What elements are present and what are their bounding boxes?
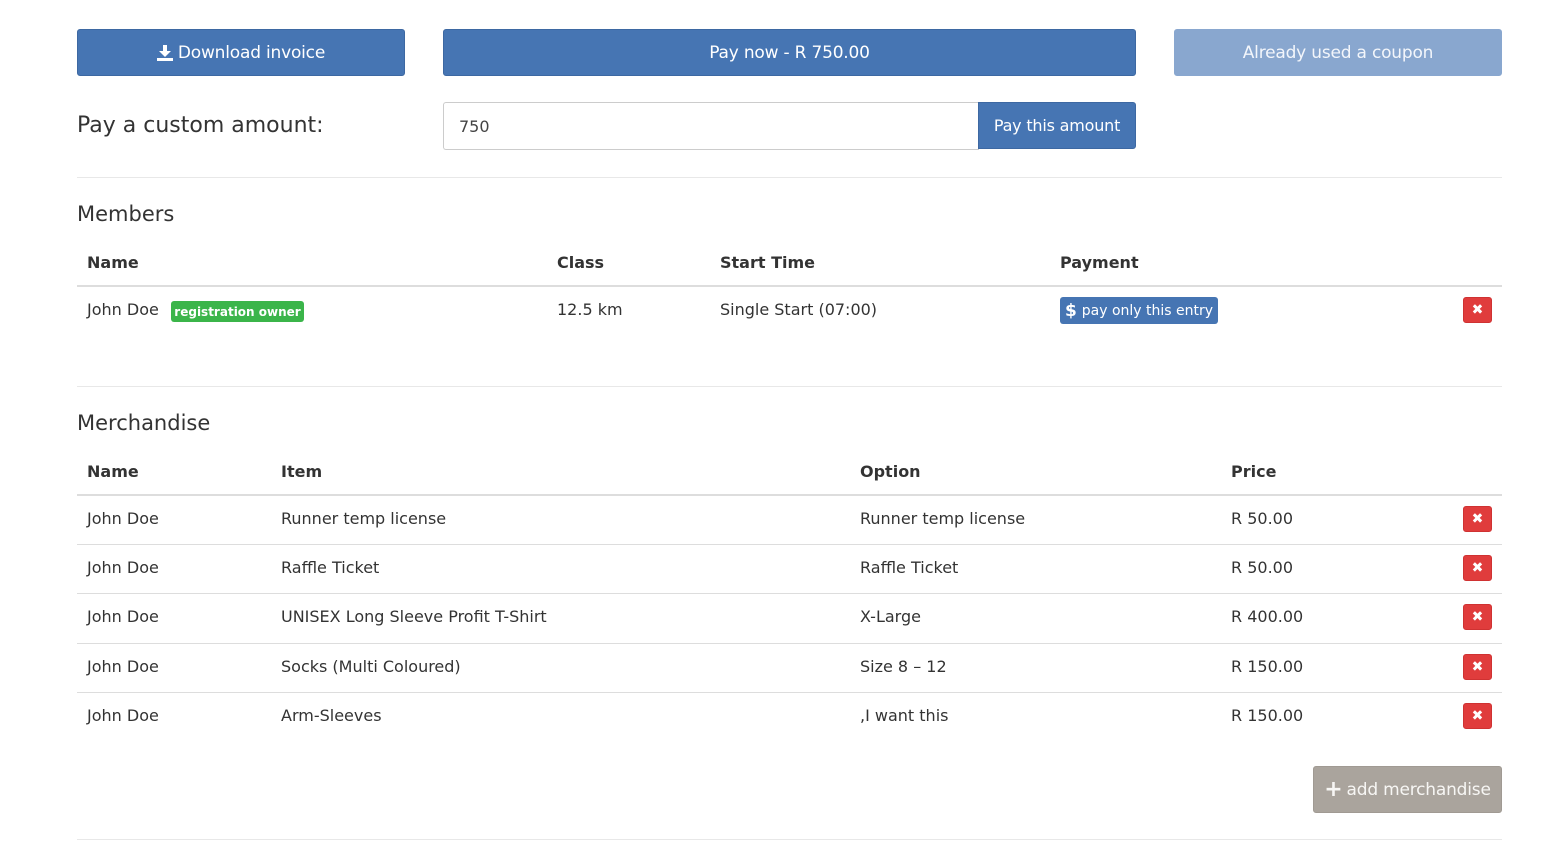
merch-header-name: Name xyxy=(87,462,139,481)
times-icon: ✖ xyxy=(1471,302,1484,318)
merch-name: John Doe xyxy=(87,509,159,528)
merch-name: John Doe xyxy=(87,558,159,577)
times-icon: ✖ xyxy=(1471,511,1484,527)
remove-merch-button[interactable]: ✖ xyxy=(1463,703,1492,729)
dollar-icon: $ xyxy=(1064,300,1077,321)
members-title: Members xyxy=(77,202,175,226)
download-invoice-label: Download invoice xyxy=(177,42,326,63)
members-header-payment: Payment xyxy=(1060,253,1139,272)
merch-option: Raffle Ticket xyxy=(860,558,959,577)
members-header-name: Name xyxy=(87,253,139,272)
remove-merch-button[interactable]: ✖ xyxy=(1463,506,1492,532)
custom-amount-label: Pay a custom amount: xyxy=(77,113,324,138)
registration-payment-page: Download invoice Pay now - R 750.00 Alre… xyxy=(0,0,1565,844)
members-header-start-time: Start Time xyxy=(720,253,815,272)
add-merchandise-button[interactable]: + add merchandise xyxy=(1313,766,1502,813)
merch-header-rule xyxy=(77,494,1502,496)
merch-header-option: Option xyxy=(860,462,921,481)
merch-option: Size 8 – 12 xyxy=(860,657,947,676)
merch-header-item: Item xyxy=(281,462,323,481)
remove-merch-button[interactable]: ✖ xyxy=(1463,555,1492,581)
pay-only-this-entry-label: pay only this entry xyxy=(1081,302,1214,319)
section-divider xyxy=(77,177,1502,178)
times-icon: ✖ xyxy=(1471,659,1484,675)
row-rule xyxy=(77,544,1502,545)
merch-item: UNISEX Long Sleeve Profit T-Shirt xyxy=(281,607,547,626)
add-merchandise-label: add merchandise xyxy=(1346,779,1491,800)
download-invoice-button[interactable]: Download invoice xyxy=(77,29,405,76)
merch-option: Runner temp license xyxy=(860,509,1026,528)
times-icon: ✖ xyxy=(1471,560,1484,576)
merch-option: X-Large xyxy=(860,607,921,626)
merch-price: R 150.00 xyxy=(1231,706,1304,725)
merch-price: R 400.00 xyxy=(1231,607,1304,626)
row-rule xyxy=(77,692,1502,693)
member-name: John Doe xyxy=(87,300,159,319)
section-divider xyxy=(77,839,1502,840)
times-icon: ✖ xyxy=(1471,609,1484,625)
pay-now-button[interactable]: Pay now - R 750.00 xyxy=(443,29,1136,76)
merch-item: Runner temp license xyxy=(281,509,447,528)
section-divider xyxy=(77,386,1502,387)
remove-member-button[interactable]: ✖ xyxy=(1463,297,1492,323)
registration-owner-badge: registration owner xyxy=(171,301,304,322)
remove-merch-button[interactable]: ✖ xyxy=(1463,654,1492,680)
pay-this-amount-label: Pay this amount xyxy=(993,116,1121,135)
remove-merch-button[interactable]: ✖ xyxy=(1463,604,1492,630)
merch-name: John Doe xyxy=(87,607,159,626)
member-class: 12.5 km xyxy=(557,300,623,319)
member-start-time: Single Start (07:00) xyxy=(720,300,878,319)
merch-item: Arm-Sleeves xyxy=(281,706,382,725)
merchandise-title: Merchandise xyxy=(77,411,211,435)
merch-item: Socks (Multi Coloured) xyxy=(281,657,461,676)
merch-option: ,I want this xyxy=(860,706,949,725)
merch-name: John Doe xyxy=(87,657,159,676)
merch-price: R 50.00 xyxy=(1231,558,1294,577)
custom-amount-input[interactable] xyxy=(443,102,979,150)
pay-now-label: Pay now - R 750.00 xyxy=(709,42,870,63)
row-rule xyxy=(77,593,1502,594)
merch-price: R 50.00 xyxy=(1231,509,1294,528)
merch-price: R 150.00 xyxy=(1231,657,1304,676)
times-icon: ✖ xyxy=(1471,708,1484,724)
pay-only-this-entry-button[interactable]: $ pay only this entry xyxy=(1060,297,1218,324)
merch-name: John Doe xyxy=(87,706,159,725)
row-rule xyxy=(77,643,1502,644)
coupon-label: Already used a coupon xyxy=(1242,42,1434,63)
pay-this-amount-button[interactable]: Pay this amount xyxy=(978,102,1136,149)
members-header-rule xyxy=(77,285,1502,287)
plus-icon: + xyxy=(1324,776,1343,802)
members-header-class: Class xyxy=(557,253,605,272)
download-icon xyxy=(156,44,173,61)
coupon-button[interactable]: Already used a coupon xyxy=(1174,29,1502,76)
merch-item: Raffle Ticket xyxy=(281,558,380,577)
merch-header-price: Price xyxy=(1231,462,1277,481)
